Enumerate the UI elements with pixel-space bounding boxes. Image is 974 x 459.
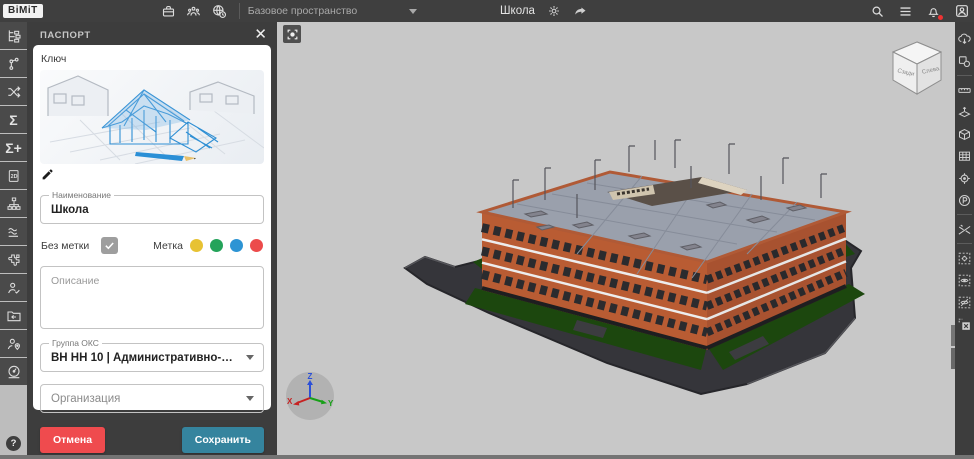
- workspace-dropdown[interactable]: Базовое пространство: [248, 5, 417, 17]
- svg-text:2D: 2D: [10, 174, 17, 180]
- parking-icon[interactable]: [955, 189, 974, 211]
- plugin-puzzle-icon[interactable]: [0, 246, 27, 273]
- oks-group-value: ВН НН 10 | Административно-деловые объе.…: [41, 344, 246, 371]
- save-button[interactable]: Сохранить: [182, 427, 264, 453]
- search-icon[interactable]: [870, 4, 885, 19]
- label-chip-red[interactable]: [250, 239, 263, 252]
- project-title: Школа: [500, 5, 535, 17]
- sigma-icon[interactable]: Σ: [0, 106, 27, 133]
- gauge-icon[interactable]: [0, 358, 27, 385]
- name-field-label: Наименование: [49, 190, 114, 200]
- axis-gizmo[interactable]: Z X Y: [286, 372, 334, 420]
- right-toolbar: [955, 22, 974, 455]
- account-icon[interactable]: [954, 3, 970, 19]
- box-3d-icon[interactable]: [955, 123, 974, 145]
- axis-x-label: X: [287, 397, 293, 406]
- navigation-cube[interactable]: Сзади Слева: [889, 38, 945, 98]
- no-label-text: Без метки: [41, 240, 89, 252]
- description-field[interactable]: [40, 266, 264, 329]
- selection-eye-off-icon[interactable]: [955, 291, 974, 313]
- selection-gear-icon[interactable]: [955, 247, 974, 269]
- team-icon[interactable]: [186, 4, 201, 19]
- ruler-icon[interactable]: [955, 79, 974, 101]
- edit-pencil-icon[interactable]: [41, 168, 54, 181]
- focus-model-button[interactable]: [283, 25, 301, 43]
- notifications-bell-icon[interactable]: [926, 4, 941, 19]
- grid-plus-icon[interactable]: [955, 145, 974, 167]
- close-icon[interactable]: ✕: [254, 29, 267, 41]
- cancel-button[interactable]: Отмена: [40, 427, 105, 453]
- org-chart-icon[interactable]: [0, 190, 27, 217]
- no-label-checkbox[interactable]: [101, 237, 118, 254]
- toolbar-divider: [957, 75, 972, 76]
- target-icon[interactable]: [955, 167, 974, 189]
- selection-delete-icon[interactable]: [955, 313, 974, 335]
- model-preview-image[interactable]: [40, 70, 264, 164]
- sigma-plus-icon[interactable]: Σ+: [0, 134, 27, 161]
- axis-y-label: Y: [328, 399, 334, 408]
- key-label: Ключ: [41, 53, 264, 65]
- menu-list-icon[interactable]: [898, 4, 913, 19]
- toolbar-divider: [957, 214, 972, 215]
- shuffle-icon[interactable]: [0, 78, 27, 105]
- oks-group-select[interactable]: Группа ОКС ВН НН 10 | Административно-де…: [40, 343, 264, 372]
- viewport-3d[interactable]: Сзади Слева Z X Y: [277, 22, 955, 455]
- oks-group-label: Группа ОКС: [49, 338, 102, 348]
- app-logo[interactable]: BiMiT: [3, 4, 43, 18]
- name-input[interactable]: [41, 196, 263, 223]
- help-button[interactable]: ?: [6, 436, 21, 451]
- cloud-download-icon[interactable]: [955, 28, 974, 50]
- chevron-down-icon: [409, 9, 417, 14]
- chart-waves-icon[interactable]: [0, 218, 27, 245]
- name-field[interactable]: Наименование: [40, 195, 264, 224]
- shapes-select-icon[interactable]: [955, 50, 974, 72]
- toolbar-divider: [957, 243, 972, 244]
- top-bar: BiMiT Базовое пространство Школа: [0, 0, 974, 22]
- topbar-divider: [239, 3, 240, 19]
- organization-placeholder: Организация: [41, 385, 246, 412]
- globe-clock-icon[interactable]: [211, 3, 227, 19]
- label-chip-green[interactable]: [210, 239, 223, 252]
- model-tree-icon[interactable]: [0, 22, 27, 49]
- folder-share-icon[interactable]: [0, 302, 27, 329]
- label-picker-text: Метка: [153, 240, 183, 252]
- left-toolbar: Σ Σ+ 2D ?: [0, 22, 27, 455]
- panel-title: ПАСПОРТ: [40, 30, 91, 41]
- focus-icon: [286, 28, 299, 41]
- selection-eye-icon[interactable]: [955, 269, 974, 291]
- axis-z-label: Z: [308, 372, 313, 381]
- briefcase-icon[interactable]: [161, 4, 176, 19]
- doc-2d-icon[interactable]: 2D: [0, 162, 27, 189]
- organization-select[interactable]: Организация: [40, 384, 264, 413]
- chevron-down-icon: [246, 355, 254, 360]
- user-pin-icon[interactable]: [0, 330, 27, 357]
- user-check-icon[interactable]: [0, 274, 27, 301]
- passport-form: Ключ: [33, 45, 271, 410]
- bottom-edge-bar: [0, 455, 974, 459]
- section-plane-icon[interactable]: [955, 101, 974, 123]
- graph-node-icon[interactable]: [0, 50, 27, 77]
- app-window: BiMiT Базовое пространство Школа: [0, 0, 974, 459]
- building-model[interactable]: [277, 22, 955, 455]
- label-chip-yellow[interactable]: [190, 239, 203, 252]
- workspace-label: Базовое пространство: [248, 5, 357, 17]
- notification-badge: [938, 15, 943, 20]
- hidden-line-icon[interactable]: [955, 218, 974, 240]
- share-icon[interactable]: [573, 4, 588, 19]
- gear-icon[interactable]: [547, 4, 561, 18]
- passport-panel: ПАСПОРТ ✕ Ключ: [27, 22, 277, 455]
- description-textarea[interactable]: [41, 267, 263, 323]
- label-chip-blue[interactable]: [230, 239, 243, 252]
- chevron-down-icon: [246, 396, 254, 401]
- check-icon: [104, 240, 115, 251]
